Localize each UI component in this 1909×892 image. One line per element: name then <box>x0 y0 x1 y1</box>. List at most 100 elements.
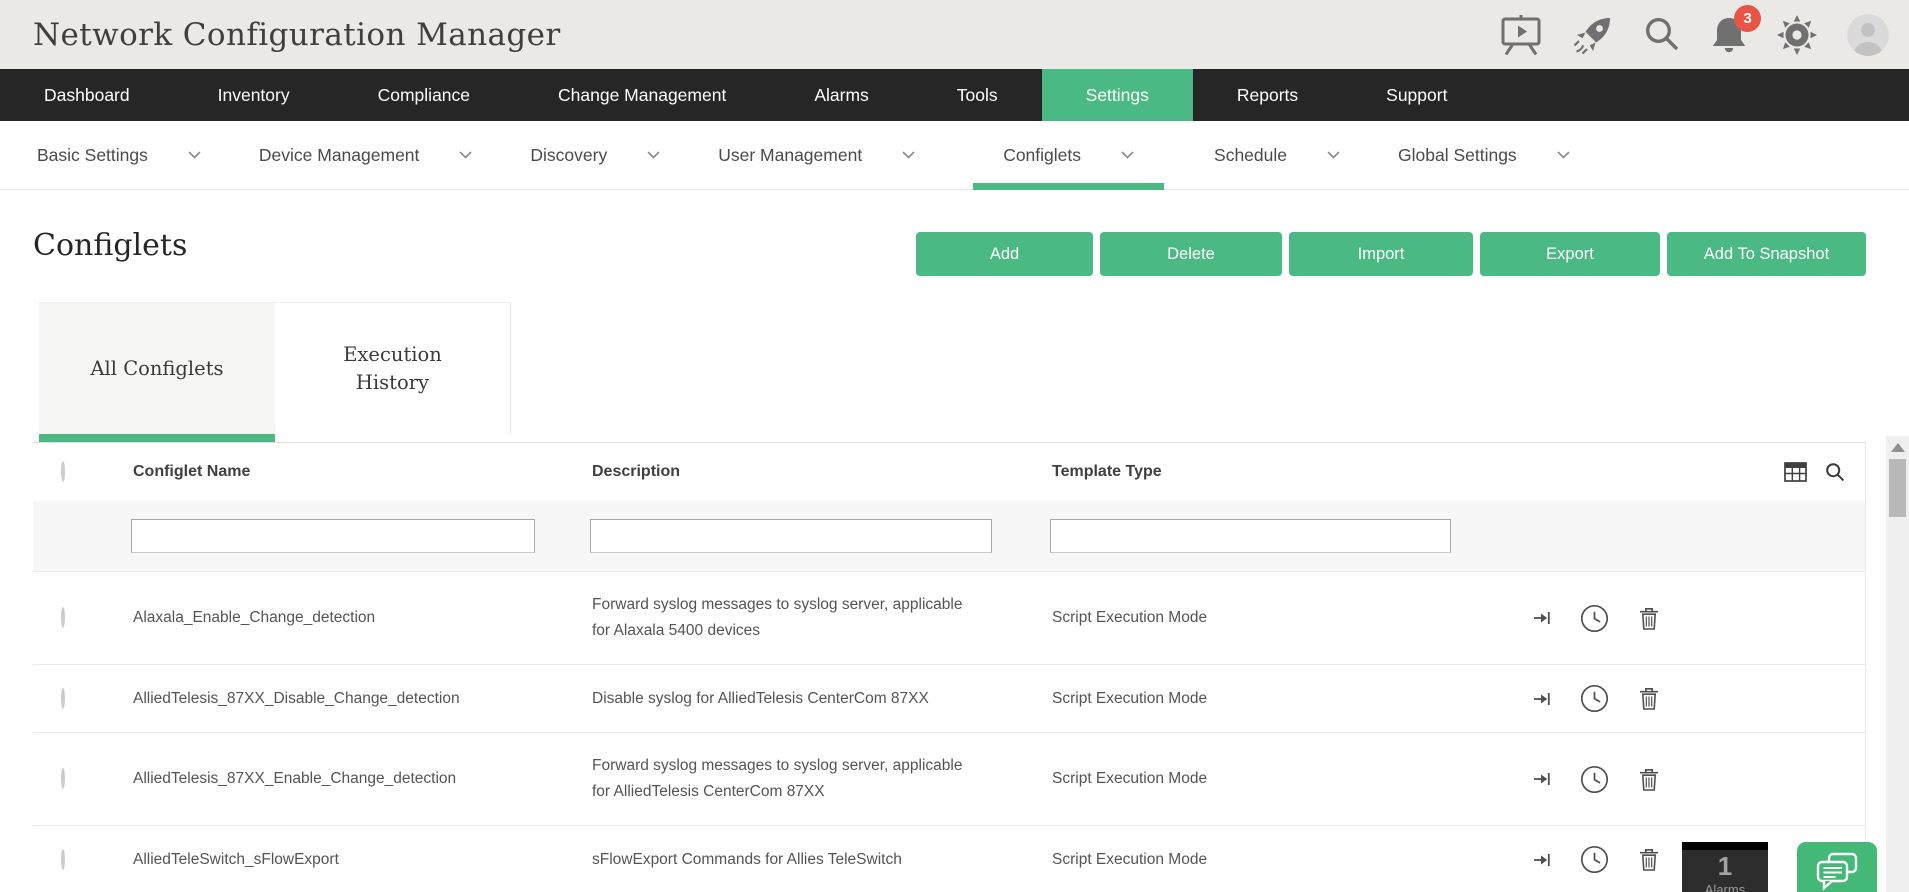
description-cell: Forward syslog messages to syslog server… <box>592 592 984 644</box>
execution-history-clock-icon[interactable] <box>1580 765 1609 794</box>
nav-item-settings[interactable]: Settings <box>1042 69 1193 121</box>
template-type-cell: Script Execution Mode <box>1052 690 1495 708</box>
alarms-widget[interactable]: 1 Alarms <box>1682 842 1768 892</box>
grid-view-icon[interactable] <box>1784 462 1807 482</box>
nav-item-alarms[interactable]: Alarms <box>770 69 912 121</box>
subnav-item-label: Schedule <box>1214 145 1287 166</box>
nav-item-change-management[interactable]: Change Management <box>514 69 770 121</box>
column-search-icon[interactable] <box>1825 462 1845 482</box>
table-row[interactable]: AlliedTelesis_87XX_Enable_Change_detecti… <box>33 733 1865 826</box>
row-select-radio[interactable] <box>61 768 65 789</box>
app-title: Network Configuration Manager <box>33 17 561 53</box>
tab-all-configlets[interactable]: All Configlets <box>39 302 275 434</box>
push-to-devices-icon[interactable] <box>1533 852 1550 868</box>
delete-trash-icon[interactable] <box>1639 848 1659 871</box>
subnav-item-label: Configlets <box>1003 145 1081 166</box>
configlets-table: Configlet Name Description Template Type <box>33 442 1866 892</box>
configlet-name-filter-input[interactable] <box>131 519 535 553</box>
nav-item-inventory[interactable]: Inventory <box>174 69 334 121</box>
gear-icon[interactable] <box>1777 15 1817 55</box>
description-cell: Forward syslog messages to syslog server… <box>592 753 984 805</box>
table-row[interactable]: AlliedTelesis_87XX_Disable_Change_detect… <box>33 665 1865 733</box>
nav-item-label: Alarms <box>814 85 868 106</box>
nav-item-label: Settings <box>1086 85 1149 106</box>
scrollbar-thumb[interactable] <box>1889 459 1906 517</box>
template-type-cell: Script Execution Mode <box>1052 770 1495 788</box>
column-header-template-type: Template Type <box>1052 463 1495 481</box>
execution-history-clock-icon[interactable] <box>1580 845 1609 874</box>
nav-item-tools[interactable]: Tools <box>913 69 1042 121</box>
push-to-devices-icon[interactable] <box>1533 610 1550 626</box>
push-to-devices-icon[interactable] <box>1533 771 1550 787</box>
main-nav: Dashboard Inventory Compliance Change Ma… <box>0 69 1909 121</box>
chevron-down-icon <box>902 151 915 159</box>
subnav-item-label: User Management <box>718 145 862 166</box>
search-icon[interactable] <box>1643 16 1681 54</box>
delete-trash-icon[interactable] <box>1639 768 1659 791</box>
nav-item-label: Dashboard <box>44 85 130 106</box>
template-type-cell: Script Execution Mode <box>1052 609 1495 627</box>
execution-history-clock-icon[interactable] <box>1580 604 1609 633</box>
chevron-down-icon <box>459 151 472 159</box>
subnav-item-label: Device Management <box>259 145 420 166</box>
notifications-bell-icon[interactable]: 3 <box>1711 15 1747 55</box>
feedback-button[interactable] <box>1797 842 1877 892</box>
page-title: Configlets <box>33 228 187 263</box>
delete-trash-icon[interactable] <box>1639 607 1659 630</box>
execution-history-clock-icon[interactable] <box>1580 684 1609 713</box>
row-select-radio[interactable] <box>61 849 65 870</box>
add-button[interactable]: Add <box>916 232 1093 276</box>
subnav-item-schedule[interactable]: Schedule <box>1214 121 1340 189</box>
alarm-count: 1 <box>1682 850 1768 882</box>
user-avatar[interactable] <box>1847 14 1889 56</box>
alarm-label: Alarms <box>1682 882 1768 892</box>
subnav-item-label: Basic Settings <box>37 145 148 166</box>
row-actions <box>1495 604 1865 633</box>
row-actions <box>1495 765 1865 794</box>
subnav-item-device-management[interactable]: Device Management <box>259 121 473 189</box>
subnav-item-global-settings[interactable]: Global Settings <box>1398 121 1570 189</box>
page-actions: Add Delete Import Export Add To Snapshot <box>916 232 1866 276</box>
chevron-down-icon <box>1327 151 1340 159</box>
subnav-item-discovery[interactable]: Discovery <box>530 121 660 189</box>
configlet-name-cell: AlliedTelesis_87XX_Disable_Change_detect… <box>133 690 592 708</box>
table-row[interactable]: Alaxala_Enable_Change_detection Forward … <box>33 572 1865 665</box>
nav-item-label: Compliance <box>378 85 470 106</box>
import-button[interactable]: Import <box>1289 232 1473 276</box>
subnav-item-label: Discovery <box>530 145 607 166</box>
chevron-down-icon <box>188 151 201 159</box>
description-filter-input[interactable] <box>590 519 992 553</box>
subnav-item-configlets[interactable]: Configlets <box>973 121 1164 189</box>
table-row[interactable]: AlliedTeleSwitch_sFlowExport sFlowExport… <box>33 826 1865 892</box>
delete-trash-icon[interactable] <box>1639 687 1659 710</box>
nav-item-reports[interactable]: Reports <box>1193 69 1342 121</box>
column-header-description: Description <box>592 463 1052 481</box>
nav-item-label: Inventory <box>218 85 290 106</box>
export-button[interactable]: Export <box>1480 232 1660 276</box>
configlet-name-cell: AlliedTeleSwitch_sFlowExport <box>133 851 592 869</box>
table-header-row: Configlet Name Description Template Type <box>33 443 1865 501</box>
select-all-radio[interactable] <box>61 461 65 482</box>
presentation-icon[interactable] <box>1499 14 1543 55</box>
nav-item-label: Support <box>1386 85 1447 106</box>
tab-execution-history[interactable]: Execution History <box>275 302 511 434</box>
rocket-icon[interactable] <box>1573 15 1613 55</box>
subnav-item-user-management[interactable]: User Management <box>718 121 915 189</box>
row-select-radio[interactable] <box>61 607 65 628</box>
template-type-filter-input[interactable] <box>1050 519 1451 553</box>
nav-item-label: Tools <box>957 85 998 106</box>
description-cell: sFlowExport Commands for Allies TeleSwit… <box>592 847 984 873</box>
nav-item-compliance[interactable]: Compliance <box>334 69 514 121</box>
add-to-snapshot-button[interactable]: Add To Snapshot <box>1667 232 1866 276</box>
configlet-name-cell: Alaxala_Enable_Change_detection <box>133 609 592 627</box>
settings-subnav: Basic Settings Device Management Discove… <box>0 121 1909 190</box>
nav-item-dashboard[interactable]: Dashboard <box>0 69 174 121</box>
vertical-scrollbar[interactable] <box>1886 436 1909 892</box>
description-cell: Disable syslog for AlliedTelesis CenterC… <box>592 686 984 712</box>
delete-button[interactable]: Delete <box>1100 232 1282 276</box>
nav-item-support[interactable]: Support <box>1342 69 1491 121</box>
scrollbar-up-arrow[interactable] <box>1891 443 1905 452</box>
subnav-item-basic-settings[interactable]: Basic Settings <box>37 121 201 189</box>
row-select-radio[interactable] <box>61 688 65 709</box>
push-to-devices-icon[interactable] <box>1533 691 1550 707</box>
